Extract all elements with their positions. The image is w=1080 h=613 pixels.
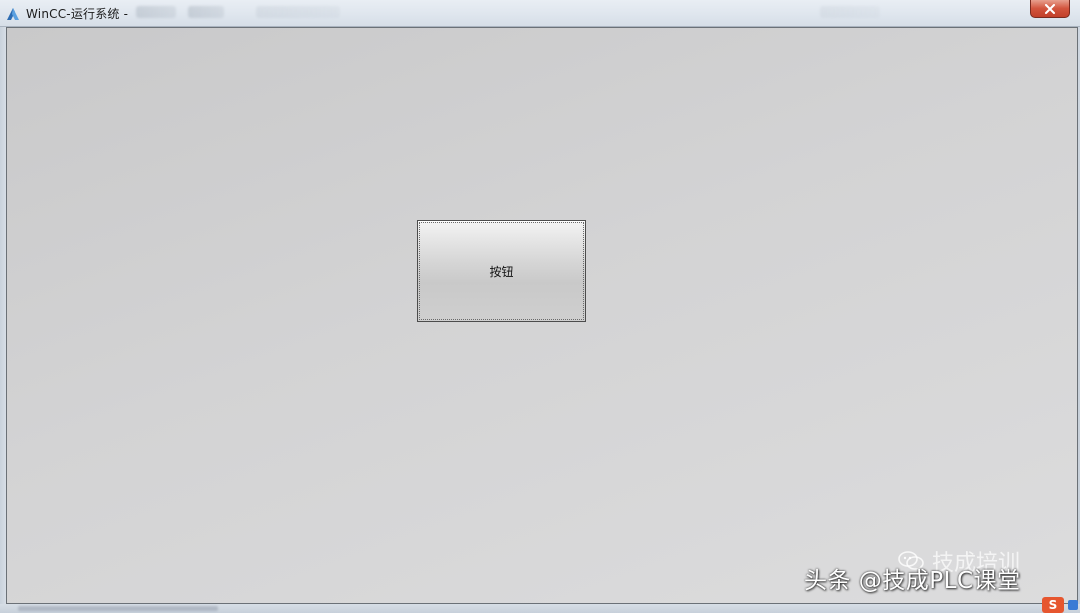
blurred-title-segment: [256, 6, 340, 18]
hmi-button-label: 按钮: [489, 264, 514, 279]
tray-icon-letter: S: [1048, 598, 1058, 612]
wincc-runtime-window: WinCC-运行系统 - 按钮 技成培训 头条 @技成PLC课堂 S: [0, 0, 1080, 613]
wincc-logo-icon: [6, 6, 20, 20]
blurred-title-segment: [188, 6, 224, 18]
watermark-text: 头条 @技成PLC课堂: [804, 568, 1021, 594]
close-icon: [1044, 0, 1056, 18]
hmi-button[interactable]: 按钮: [417, 220, 586, 322]
blurred-title-segment: [136, 6, 176, 18]
sogou-ime-icon[interactable]: S: [1042, 597, 1064, 613]
runtime-canvas: 按钮: [6, 27, 1078, 604]
blurred-taskbar-content: [18, 606, 218, 611]
window-title: WinCC-运行系统 -: [26, 7, 129, 21]
close-button[interactable]: [1030, 0, 1070, 18]
tray-status-icon[interactable]: [1068, 600, 1078, 610]
title-bar[interactable]: WinCC-运行系统 -: [0, 0, 1080, 27]
blurred-title-segment: [820, 6, 880, 18]
